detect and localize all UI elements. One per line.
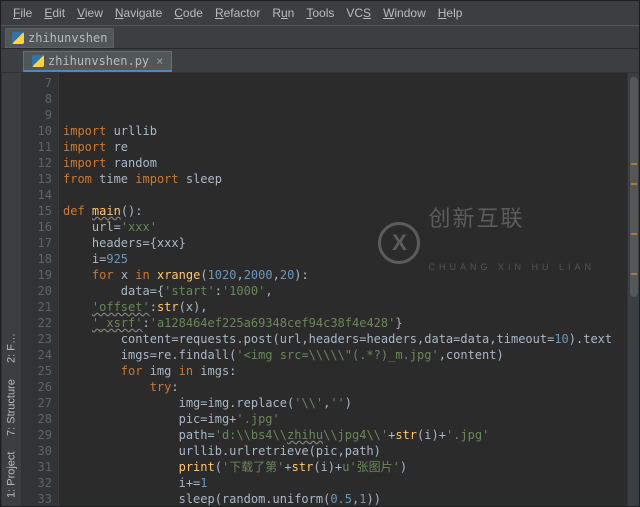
line-number: 9: [23, 107, 52, 123]
line-number: 26: [23, 379, 52, 395]
menu-navigate[interactable]: Navigate: [109, 4, 168, 22]
line-number: 22: [23, 315, 52, 331]
code-line[interactable]: import random: [63, 155, 623, 171]
line-number: 11: [23, 139, 52, 155]
menu-tools[interactable]: Tools: [300, 4, 340, 22]
tab-project[interactable]: zhihunvshen: [5, 28, 114, 48]
line-number: 27: [23, 395, 52, 411]
code-line[interactable]: urllib.urlretrieve(pic,path): [63, 443, 623, 459]
python-file-icon: [32, 55, 44, 67]
tool-window-favorites[interactable]: 2: F…: [6, 333, 18, 363]
code-line[interactable]: content=requests.post(url,headers=header…: [63, 331, 623, 347]
code-line[interactable]: url='xxx': [63, 219, 623, 235]
code-line[interactable]: def main():: [63, 203, 623, 219]
tool-window-stripe-left: 1: Project 7: Structure 2: F…: [1, 73, 21, 506]
scrollbar-inspection-mark[interactable]: [631, 273, 637, 275]
scrollbar-thumb[interactable]: [630, 77, 638, 297]
line-number-gutter[interactable]: 7891011121314151617181920212223242526272…: [21, 73, 59, 506]
line-number: 14: [23, 187, 52, 203]
tab-label: zhihunvshen.py: [48, 54, 149, 68]
main-menu: File Edit View Navigate Code Refactor Ru…: [1, 1, 639, 25]
tool-window-structure[interactable]: 7: Structure: [6, 379, 18, 436]
menu-file[interactable]: File: [7, 4, 38, 22]
code-line[interactable]: path='d:\\bs4\\zhihu\\jpg4\\'+str(i)+'.j…: [63, 427, 623, 443]
menu-help[interactable]: Help: [432, 4, 469, 22]
code-line[interactable]: import re: [63, 139, 623, 155]
line-number: 23: [23, 331, 52, 347]
editor-scrollbar[interactable]: [627, 73, 639, 506]
code-line[interactable]: imgs=re.findall('<img src=\\\\\"(.*?)_m.…: [63, 347, 623, 363]
tab-label: zhihunvshen: [28, 31, 107, 45]
editor-tabs-inner: zhihunvshen.py ×: [1, 49, 639, 73]
line-number: 32: [23, 475, 52, 491]
menu-view[interactable]: View: [71, 4, 109, 22]
line-number: 31: [23, 459, 52, 475]
menu-code[interactable]: Code: [168, 4, 209, 22]
code-line[interactable]: sleep(random.uniform(0.5,1)): [63, 491, 623, 506]
line-number: 28: [23, 411, 52, 427]
code-line[interactable]: from time import sleep: [63, 171, 623, 187]
close-icon[interactable]: ×: [156, 54, 163, 68]
code-line[interactable]: '_xsrf':'a128464ef225a69348cef94c38f4e42…: [63, 315, 623, 331]
code-line[interactable]: i+=1: [63, 475, 623, 491]
line-number: 25: [23, 363, 52, 379]
line-number: 30: [23, 443, 52, 459]
line-number: 20: [23, 283, 52, 299]
code-line[interactable]: 'offset':str(x),: [63, 299, 623, 315]
editor-tabs-outer: zhihunvshen: [1, 25, 639, 49]
tool-window-project[interactable]: 1: Project: [6, 452, 18, 498]
line-number: 17: [23, 235, 52, 251]
line-number: 21: [23, 299, 52, 315]
line-number: 12: [23, 155, 52, 171]
line-number: 19: [23, 267, 52, 283]
line-number: 7: [23, 75, 52, 91]
code-line[interactable]: data={'start':'1000',: [63, 283, 623, 299]
code-line[interactable]: import urllib: [63, 123, 623, 139]
code-line[interactable]: img=img.replace('\\',''): [63, 395, 623, 411]
scrollbar-inspection-mark[interactable]: [631, 163, 637, 165]
line-number: 18: [23, 251, 52, 267]
editor-area: 1: Project 7: Structure 2: F… 7891011121…: [1, 73, 639, 506]
code-line[interactable]: [63, 187, 623, 203]
code-line[interactable]: headers={xxx}: [63, 235, 623, 251]
line-number: 15: [23, 203, 52, 219]
line-number: 8: [23, 91, 52, 107]
code-line[interactable]: print('下载了第'+str(i)+u'张图片'): [63, 459, 623, 475]
line-number: 10: [23, 123, 52, 139]
menu-window[interactable]: Window: [377, 4, 432, 22]
scrollbar-inspection-mark[interactable]: [631, 233, 637, 235]
scrollbar-inspection-mark[interactable]: [631, 183, 637, 185]
line-number: 16: [23, 219, 52, 235]
code-line[interactable]: pic=img+'.jpg': [63, 411, 623, 427]
python-file-icon: [12, 32, 24, 44]
line-number: 24: [23, 347, 52, 363]
code-line[interactable]: for x in xrange(1020,2000,20):: [63, 267, 623, 283]
tab-file-active[interactable]: zhihunvshen.py ×: [23, 51, 172, 72]
line-number: 13: [23, 171, 52, 187]
menu-edit[interactable]: Edit: [38, 4, 71, 22]
code-line[interactable]: i=925: [63, 251, 623, 267]
line-number: 33: [23, 491, 52, 506]
code-line[interactable]: try:: [63, 379, 623, 395]
menu-vcs[interactable]: VCS: [340, 4, 377, 22]
line-number: 29: [23, 427, 52, 443]
code-line[interactable]: for img in imgs:: [63, 363, 623, 379]
menu-refactor[interactable]: Refactor: [209, 4, 266, 22]
code-editor[interactable]: X 创新互联 CHUANG XIN HU LIAN import urllibi…: [59, 73, 627, 506]
menu-run[interactable]: Run: [266, 4, 300, 22]
